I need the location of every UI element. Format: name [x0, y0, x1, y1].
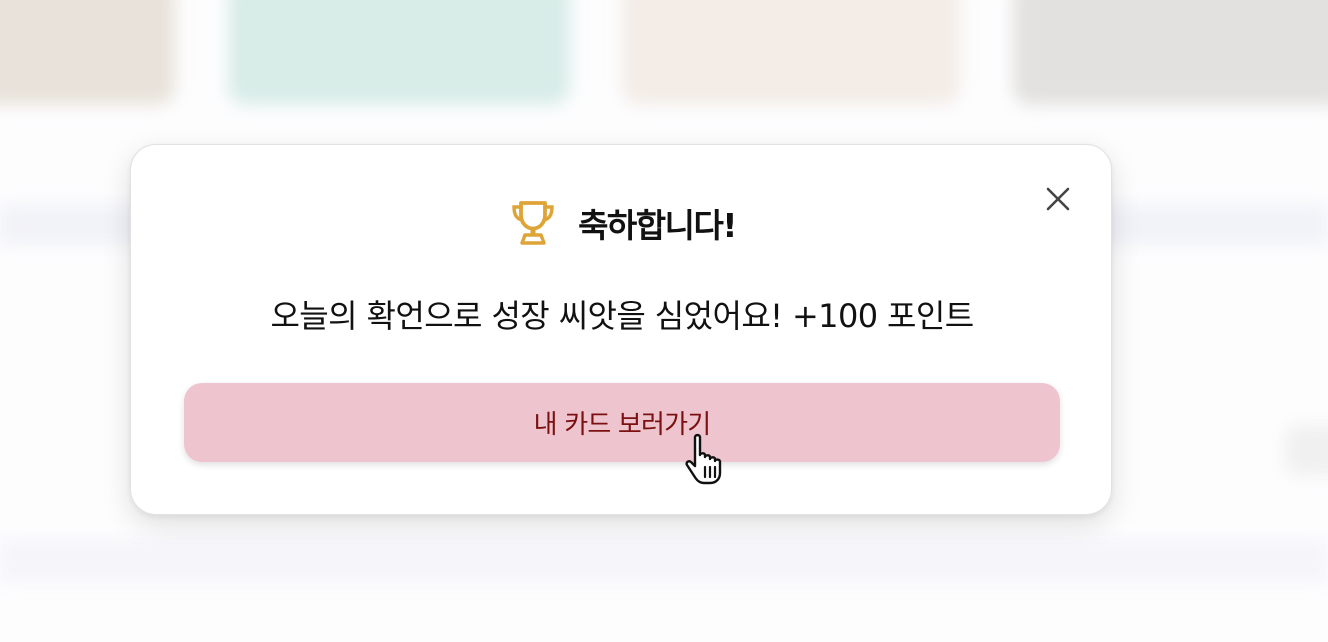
background-band [0, 540, 1328, 582]
view-my-cards-button[interactable]: 내 카드 보러가기 [184, 383, 1060, 462]
dialog-message: 오늘의 확언으로 성장 씨앗을 심었어요! +100 포인트 [270, 297, 974, 335]
background-card [1013, 0, 1328, 105]
background-card [0, 0, 175, 105]
dialog-title: 축하합니다! [578, 206, 737, 245]
background-card [228, 0, 570, 105]
congratulations-dialog: 축하합니다! 오늘의 확언으로 성장 씨앗을 심었어요! +100 포인트 내 … [130, 144, 1112, 515]
pointer-hand-icon [685, 433, 722, 485]
dialog-header: 축하합니다! [131, 195, 1113, 251]
trophy-icon [508, 198, 558, 248]
background-element [1285, 425, 1328, 475]
background-card [622, 0, 960, 105]
